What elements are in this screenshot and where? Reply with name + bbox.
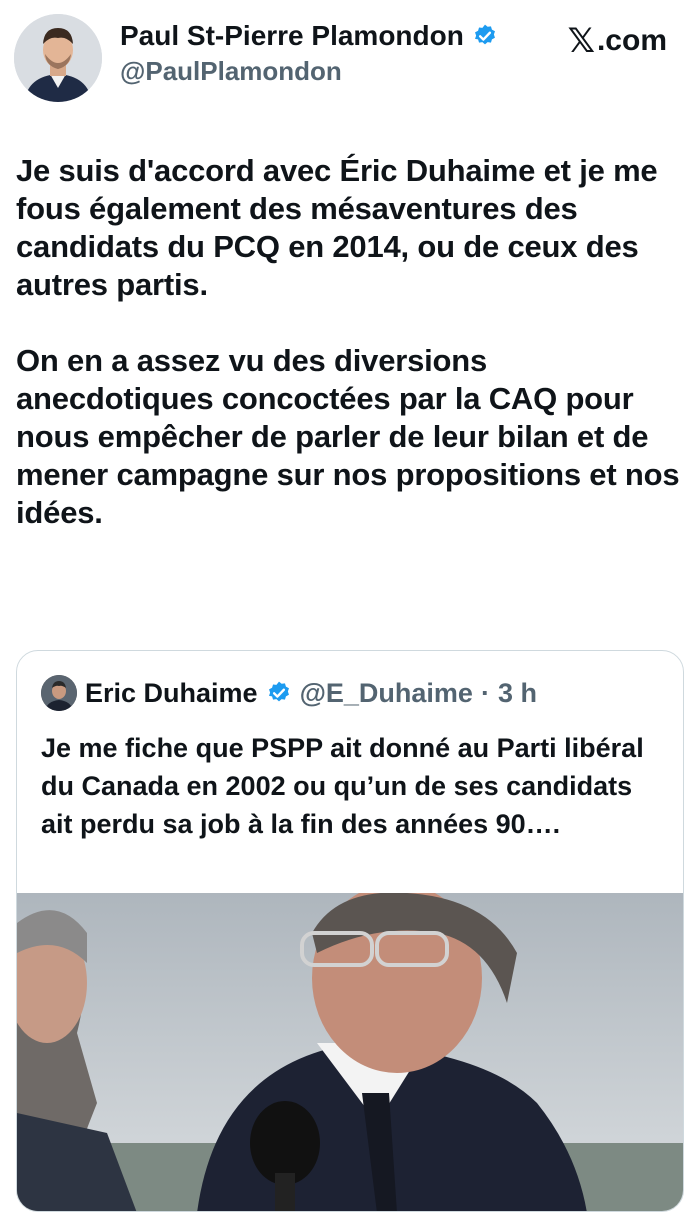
quoted-author-avatar[interactable] bbox=[41, 675, 77, 711]
quoted-tweet-header: Eric Duhaime @E_Duhaime · 3 h bbox=[41, 675, 537, 711]
tweet-header: Paul St-Pierre Plamondon @PaulPlamondon … bbox=[14, 14, 685, 104]
verified-badge-icon bbox=[474, 24, 495, 45]
quoted-author-name[interactable]: Eric Duhaime bbox=[85, 678, 258, 709]
author-handle[interactable]: @PaulPlamondon bbox=[120, 56, 498, 87]
separator-dot: · bbox=[480, 677, 490, 708]
author-name-row: Paul St-Pierre Plamondon bbox=[120, 20, 498, 52]
quoted-timestamp[interactable]: 3 h bbox=[498, 678, 537, 709]
verified-badge-icon bbox=[268, 681, 289, 702]
x-brand: 𝕏 .com bbox=[568, 24, 667, 58]
quoted-tweet-card[interactable]: Eric Duhaime @E_Duhaime · 3 h Je me fich… bbox=[16, 650, 684, 1212]
quoted-tweet-text: Je me fiche que PSPP ait donné au Parti … bbox=[41, 733, 644, 839]
profile-photo-icon bbox=[14, 14, 102, 102]
tweet-body: Je suis d'accord avec Éric Duhaime et je… bbox=[16, 152, 688, 532]
author-avatar[interactable] bbox=[14, 14, 102, 102]
quoted-author-handle[interactable]: @E_Duhaime bbox=[300, 678, 473, 709]
author-display-name[interactable]: Paul St-Pierre Plamondon bbox=[120, 20, 464, 52]
tweet-paragraph: On en a assez vu des diversions anecdoti… bbox=[16, 343, 680, 530]
tweet-paragraph: Je suis d'accord avec Éric Duhaime et je… bbox=[16, 153, 658, 302]
video-thumbnail-icon bbox=[17, 893, 683, 1211]
x-domain: .com bbox=[596, 24, 667, 57]
x-logo-icon: 𝕏 bbox=[567, 22, 595, 60]
profile-photo-icon bbox=[41, 675, 77, 711]
quoted-media[interactable] bbox=[17, 893, 683, 1211]
